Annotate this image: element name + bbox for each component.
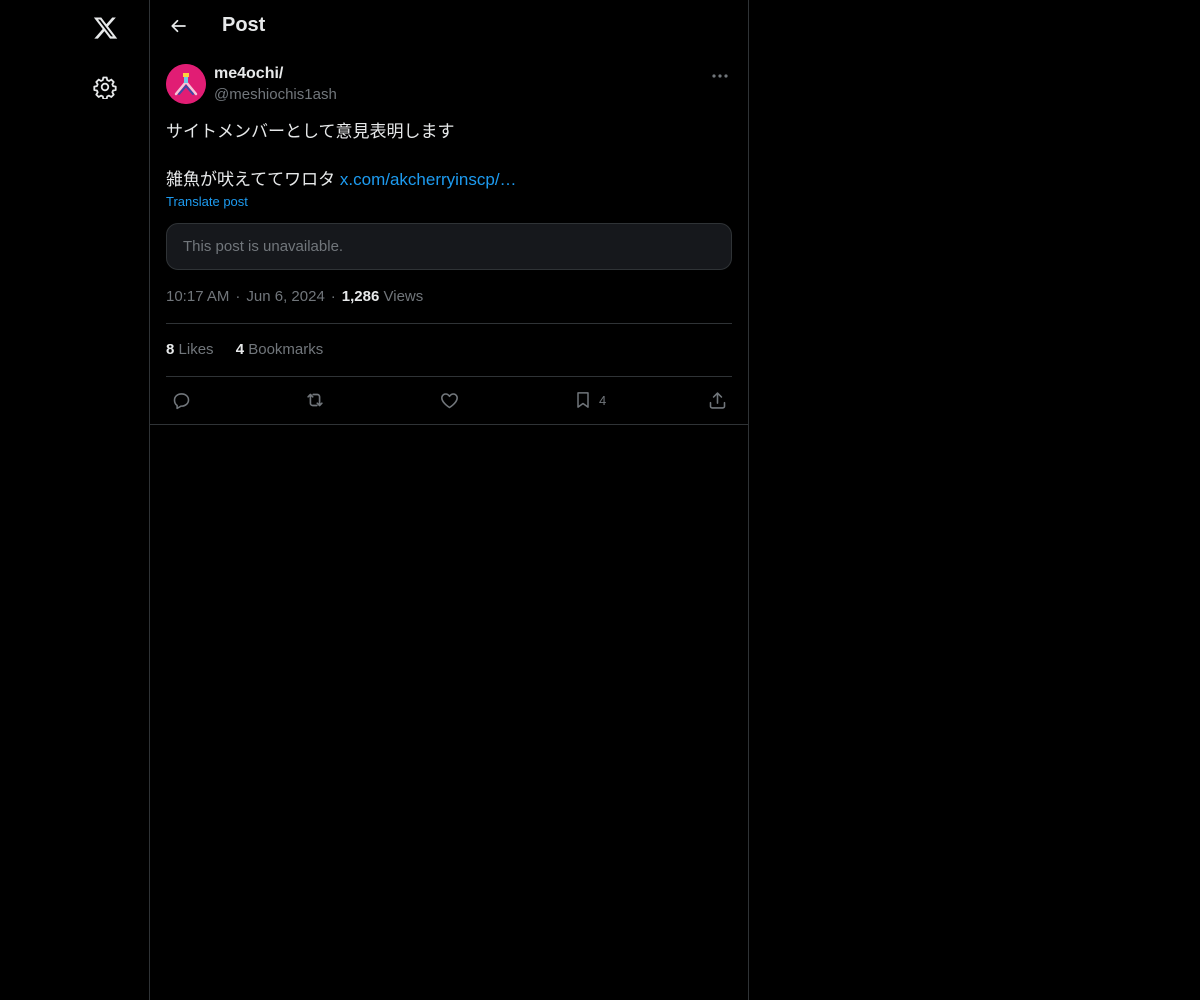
- views-label: Views: [383, 288, 424, 305]
- quoted-post-card: This post is unavailable.: [166, 223, 732, 270]
- bookmarks-label: Bookmarks: [248, 341, 324, 358]
- main-column: Post me4ochi/ @meshiochis1ash サイトメンバーとして…: [149, 0, 749, 1000]
- more-horizontal-icon[interactable]: [708, 66, 732, 86]
- bookmarks-stat[interactable]: 4 Bookmarks: [236, 341, 324, 358]
- gear-icon[interactable]: [85, 67, 125, 107]
- heart-icon[interactable]: [439, 388, 460, 412]
- bookmark-button[interactable]: 4: [573, 388, 606, 412]
- likes-count: 8: [166, 341, 175, 358]
- translate-post-link[interactable]: Translate post: [166, 194, 248, 209]
- post-link[interactable]: x.com/akcherryinscp/…: [340, 170, 517, 189]
- left-nav-rail: [0, 0, 149, 1000]
- page-header: Post: [150, 0, 748, 54]
- author-name[interactable]: me4ochi/: [214, 65, 283, 83]
- likes-stat[interactable]: 8 Likes: [166, 341, 214, 358]
- quote-unavailable-text: This post is unavailable.: [183, 238, 344, 255]
- share-icon[interactable]: [707, 388, 728, 412]
- post-text-line-1: サイトメンバーとして意見表明します: [166, 122, 455, 141]
- likes-label: Likes: [178, 341, 214, 358]
- post-metadata: 10:17 AM · Jun 6, 2024 · 1,286 Views: [166, 288, 424, 305]
- author-handle[interactable]: @meshiochis1ash: [214, 86, 337, 103]
- post-text-line-2-wrapper: 雑魚が吠えててワロタ x.com/akcherryinscp/…: [166, 168, 732, 192]
- page-title: Post: [222, 14, 266, 36]
- post-text-line-2: 雑魚が吠えててワロタ: [166, 170, 336, 189]
- engagement-stats: 8 Likes 4 Bookmarks: [166, 341, 341, 358]
- divider: [166, 323, 732, 324]
- divider: [150, 424, 748, 425]
- bookmark-icon: [573, 389, 593, 411]
- post-time[interactable]: 10:17 AM: [166, 288, 229, 305]
- post-actions-bar: 4: [166, 386, 732, 416]
- views-count: 1,286: [341, 288, 380, 305]
- divider: [166, 376, 732, 377]
- bookmark-count: 4: [599, 392, 607, 408]
- bookmarks-count: 4: [235, 341, 245, 358]
- arrow-left-icon[interactable]: [162, 9, 196, 43]
- repost-icon[interactable]: [304, 388, 326, 412]
- post-date[interactable]: Jun 6, 2024: [246, 288, 324, 305]
- reply-icon[interactable]: [171, 388, 192, 412]
- avatar[interactable]: [166, 64, 206, 104]
- x-logo-icon[interactable]: [85, 8, 125, 48]
- post-text: サイトメンバーとして意見表明します 雑魚が吠えててワロタ x.com/akche…: [166, 120, 732, 192]
